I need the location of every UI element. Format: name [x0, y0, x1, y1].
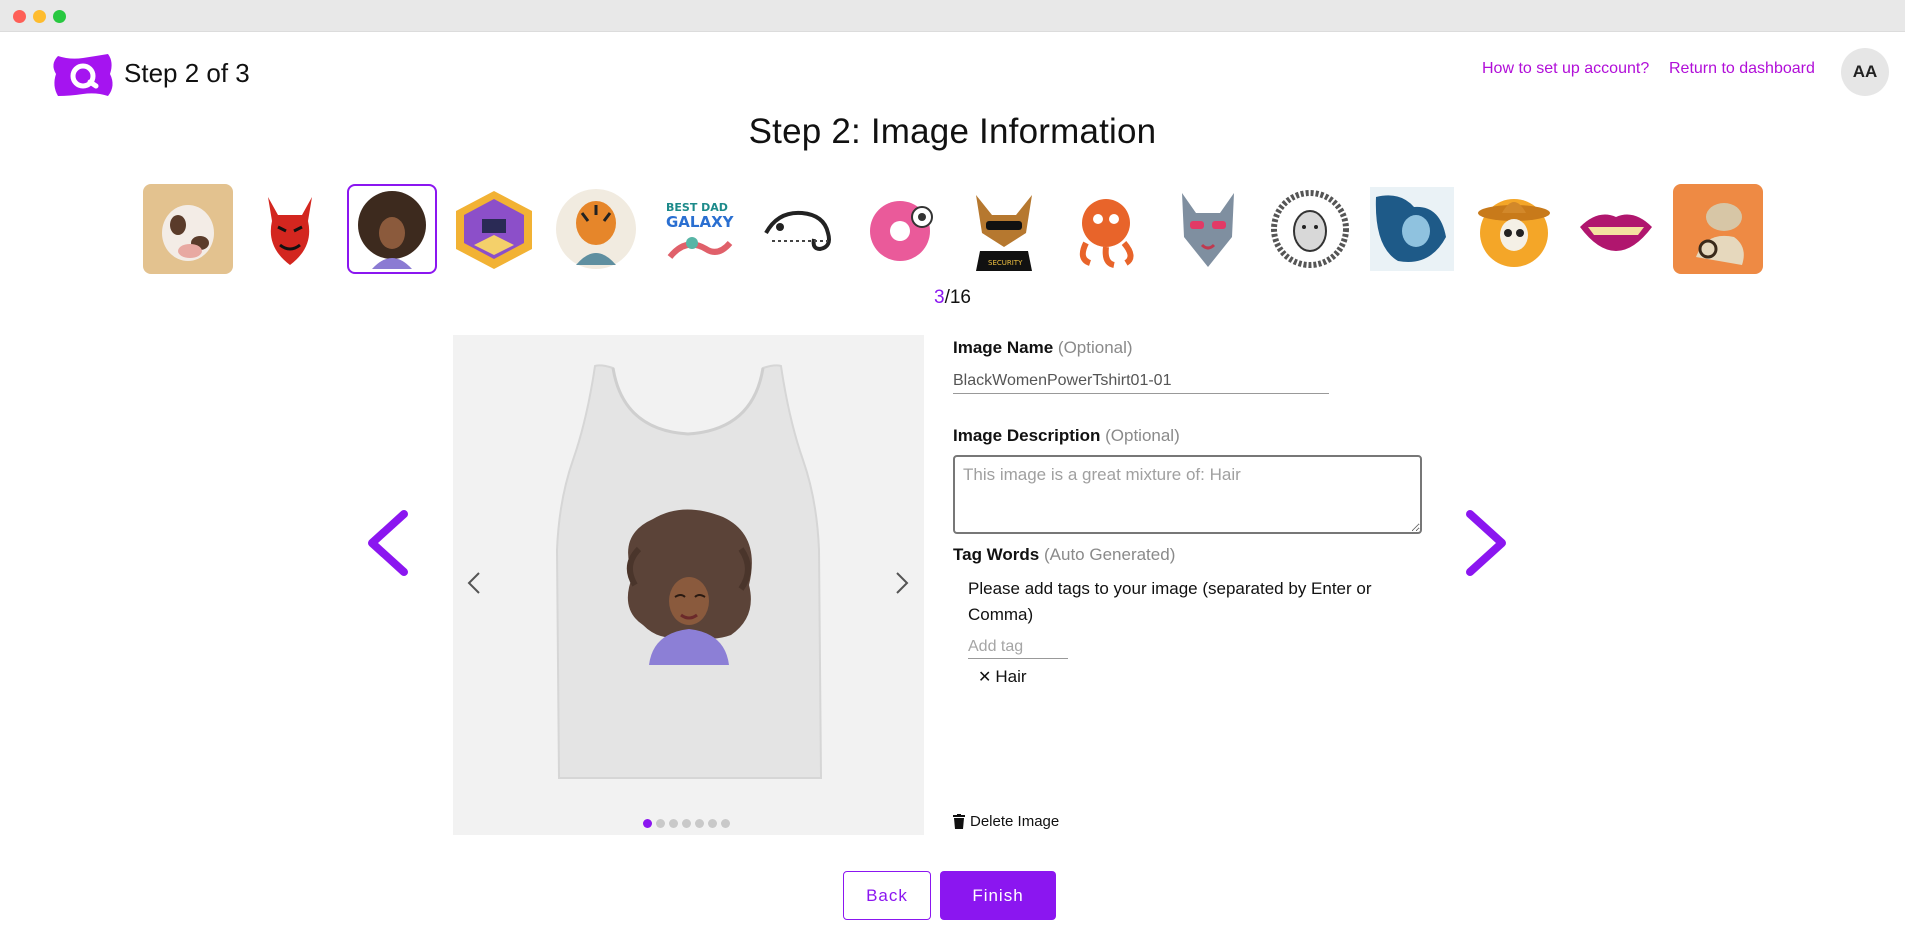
page-title: Step 2: Image Information: [748, 112, 1157, 151]
thumbnail-security-dog[interactable]: SECURITY: [959, 184, 1049, 274]
total-images: /16: [944, 287, 971, 308]
add-tag-input[interactable]: [968, 635, 1068, 659]
finish-button[interactable]: Finish: [940, 871, 1056, 920]
image-description-label-text: Image Description: [953, 426, 1101, 445]
delete-image-label: Delete Image: [970, 813, 1060, 830]
thumbnail-best-dad-galaxy[interactable]: BEST DAD GALAXY: [653, 184, 743, 274]
step-indicator: Step 2 of 3: [124, 58, 250, 88]
svg-text:GALAXY: GALAXY: [666, 213, 735, 231]
thumbnail-donut[interactable]: [857, 184, 947, 274]
pagination-dot-6[interactable]: [708, 819, 717, 828]
image-counter: 3/16: [0, 287, 1905, 309]
afro-woman-print: [626, 509, 752, 665]
tag-words-label-text: Tag Words: [953, 545, 1040, 564]
pagination-dot-3[interactable]: [669, 819, 678, 828]
pagination-dot-1[interactable]: [643, 819, 652, 828]
product-preview: [453, 335, 924, 835]
tag-help-text: Please add tags to your image (separated…: [968, 579, 1372, 624]
return-dashboard-link[interactable]: Return to dashboard: [1669, 60, 1815, 78]
how-to-setup-link[interactable]: How to set up account?: [1482, 60, 1649, 78]
tag-chip-label: Hair: [995, 667, 1027, 686]
next-image-arrow-icon[interactable]: [1464, 508, 1510, 578]
tag-words-hint: (Auto Generated): [1044, 545, 1176, 564]
brand-logo-icon[interactable]: [50, 52, 116, 98]
previous-image-arrow-icon[interactable]: [364, 508, 410, 578]
pagination-dot-4[interactable]: [682, 819, 691, 828]
image-name-label-text: Image Name: [953, 338, 1054, 357]
thumbnail-blue-lion[interactable]: [1367, 184, 1457, 274]
thumbnail-retro-cat[interactable]: [1673, 184, 1763, 274]
image-name-hint: (Optional): [1057, 338, 1133, 357]
remove-tag-icon[interactable]: ✕: [978, 667, 991, 687]
preview-next-chevron-icon[interactable]: [894, 570, 910, 596]
maximize-window-button[interactable]: [53, 10, 66, 23]
thumbnail-cow[interactable]: [143, 184, 233, 274]
trash-icon: [953, 814, 965, 829]
image-description-hint: (Optional): [1105, 426, 1180, 445]
thumbnail-lion-sketch[interactable]: [1265, 184, 1355, 274]
thumbnail-wolf[interactable]: [1163, 184, 1253, 274]
thumbnail-octopus[interactable]: [1061, 184, 1151, 274]
pagination-dot-2[interactable]: [656, 819, 665, 828]
thumbnail-lips[interactable]: [1571, 184, 1661, 274]
tag-chip: ✕ Hair: [978, 667, 1027, 687]
thumbnail-sombrero-skull[interactable]: [1469, 184, 1559, 274]
image-name-input[interactable]: [953, 368, 1329, 394]
image-description-label: Image Description (Optional): [953, 426, 1180, 446]
thumbnail-tiger[interactable]: [551, 184, 641, 274]
thumbnail-afro-woman[interactable]: [347, 184, 437, 274]
window-titlebar: [0, 0, 1905, 32]
image-description-textarea[interactable]: [953, 455, 1422, 534]
thumbnail-isometric-room[interactable]: [449, 184, 539, 274]
preview-prev-chevron-icon[interactable]: [466, 570, 482, 596]
current-image-index: 3: [934, 287, 945, 308]
pagination-dot-7[interactable]: [721, 819, 730, 828]
user-avatar[interactable]: AA: [1841, 48, 1889, 96]
minimize-window-button[interactable]: [33, 10, 46, 23]
back-button[interactable]: Back: [843, 871, 931, 920]
thumbnail-devil[interactable]: [245, 184, 335, 274]
close-window-button[interactable]: [13, 10, 26, 23]
pagination-dot-5[interactable]: [695, 819, 704, 828]
delete-image-button[interactable]: Delete Image: [953, 813, 1059, 830]
image-name-label: Image Name (Optional): [953, 338, 1133, 358]
tag-words-label: Tag Words (Auto Generated): [953, 545, 1175, 565]
svg-text:SECURITY: SECURITY: [988, 259, 1023, 267]
preview-pagination: [643, 819, 730, 828]
thumbnail-chameleon[interactable]: [755, 184, 845, 274]
